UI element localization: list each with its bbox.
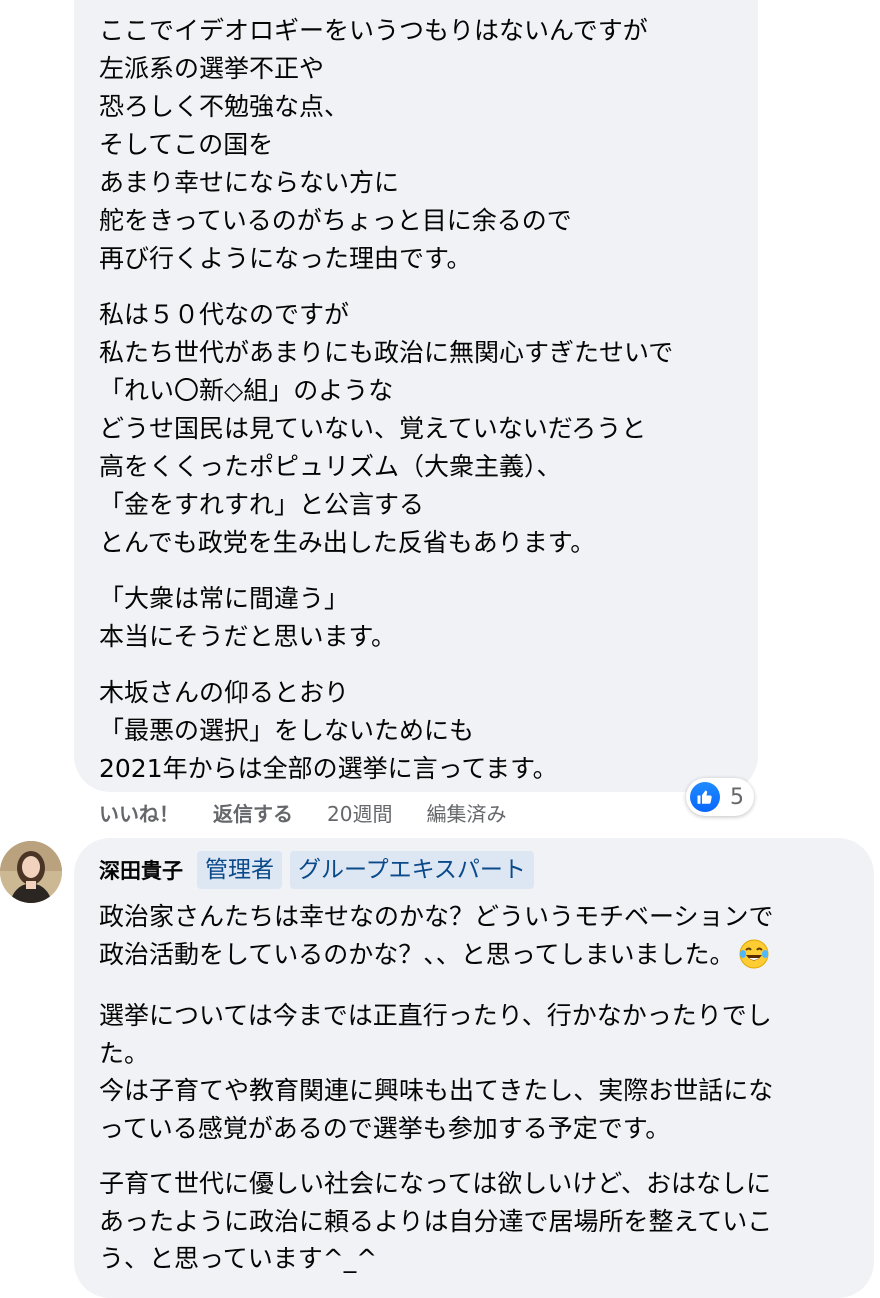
comment-text-line: 左派系の選挙不正や xyxy=(99,54,325,83)
edited-label[interactable]: 編集済み xyxy=(426,798,506,827)
comment-text-line: 木坂さんの仰るとおり xyxy=(99,678,350,707)
reply-button[interactable]: 返信する xyxy=(213,798,293,827)
comment-text-segment: 政治活動をしているのかな？、、と思ってしまいました。 xyxy=(99,939,735,969)
comment-timestamp[interactable]: 20週間 xyxy=(327,798,392,827)
comment-text-line: とんでも政党を生み出した反省もあります。 xyxy=(99,528,596,557)
comment-text-line: 再び行くようになった理由です。 xyxy=(99,244,472,273)
comment-paragraph: 「大衆は常に間違う」 本当にそうだと思います。 xyxy=(99,580,732,656)
comment-text-line: 今は子育てや教育関連に興味も出てきたし、実際お世話にな xyxy=(99,1076,774,1105)
comment-paragraph: 政治家さんたちは幸せなのかな？どういうモチベーションで 政治活動をしているのかな… xyxy=(99,898,848,979)
comment-text-line: 私は５０代なのですが xyxy=(99,300,350,329)
reaction-summary[interactable]: 5 xyxy=(686,778,754,816)
comment-text-line: 「れい〇新◇組」のような xyxy=(99,376,394,405)
comment-text-line: う、と思っています^_^ xyxy=(99,1244,378,1273)
comment-text-line: 「大衆は常に間違う」 xyxy=(99,584,350,613)
comment-text-line: っている感覚があるので選挙も参加する予定です。 xyxy=(99,1113,671,1143)
comment-text-line: あったように政治に頼るよりは自分達で居場所を整えていこ xyxy=(99,1206,773,1236)
avatar-photo-icon xyxy=(0,841,62,903)
reaction-count: 5 xyxy=(730,784,744,810)
comment-text-line: どうせ国民は見ていない、覚えていないだろうと xyxy=(99,414,647,443)
comment-actions: いいね！ 返信する 20週間 編集済み xyxy=(99,797,506,827)
like-reaction-icon xyxy=(690,782,720,812)
comment-paragraph: 子育て世代に優しい社会になっては欲しいけど、おはなしに あったように政治に頼るよ… xyxy=(99,1165,848,1278)
comment-text-line: 「金をすれすれ」と公言する xyxy=(99,490,425,519)
comment-text-line: 「最悪の選択」をしないためにも xyxy=(99,716,475,745)
comment-text-line: 政治家さんたちは幸せなのかな？どういうモチベーションで xyxy=(99,902,774,931)
comment-header: 深田貴子 管理者 グループエキスパート xyxy=(99,848,848,892)
comment-paragraph: ここでイデオロギーをいうつもりはないんですが 左派系の選挙不正や 恐ろしく不勉強… xyxy=(99,12,732,278)
comment-text-line: 私たち世代があまりにも政治に無関心すぎたせいで xyxy=(99,338,674,367)
comment-text-line: あまり幸せにならない方に xyxy=(99,168,400,197)
comment-text-line: 舵をきっているのがちょっと目に余るので xyxy=(99,206,572,235)
author-name[interactable]: 深田貴子 xyxy=(99,855,183,885)
group-expert-badge[interactable]: グループエキスパート xyxy=(290,851,534,889)
comment-text-line: 高をくくったポピュリズム（大衆主義）、 xyxy=(99,452,562,481)
comment-text-line: ここでイデオロギーをいうつもりはないんですが xyxy=(99,16,648,45)
comment-bubble: ここでイデオロギーをいうつもりはないんですが 左派系の選挙不正や 恐ろしく不勉強… xyxy=(74,0,758,792)
comment-bubble: 深田貴子 管理者 グループエキスパート 政治家さんたちは幸せなのかな？どういうモ… xyxy=(74,838,874,1298)
comment-text-line: 恐ろしく不勉強な点、 xyxy=(99,92,350,121)
comment-text-line: 2021年からは全部の選挙に言ってます。 xyxy=(99,754,558,783)
comment-text-line: た。 xyxy=(99,1038,150,1068)
comment-text-line: 選挙については今までは正直行ったり、行かなかったりでし xyxy=(99,1001,772,1030)
like-button[interactable]: いいね！ xyxy=(99,798,179,827)
comment-text-line: そしてこの国を xyxy=(99,130,274,159)
comment-text-line: 子育て世代に優しい社会になっては欲しいけど、おはなしに xyxy=(99,1169,772,1198)
comment-text-line: 本当にそうだと思います。 xyxy=(99,622,397,651)
avatar[interactable] xyxy=(0,841,62,903)
comment-paragraph: 木坂さんの仰るとおり 「最悪の選択」をしないためにも 2021年からは全部の選挙… xyxy=(99,674,732,788)
comment-paragraph: 選挙については今までは正直行ったり、行かなかったりでし た。 今は子育てや教育関… xyxy=(99,997,848,1147)
comment-text-line: 政治活動をしているのかな？、、と思ってしまいました。 xyxy=(99,936,848,980)
laughing-tears-emoji-icon xyxy=(739,939,769,980)
comment-paragraph: 私は５０代なのですが 私たち世代があまりにも政治に無関心すぎたせいで 「れい〇新… xyxy=(99,296,732,562)
admin-badge[interactable]: 管理者 xyxy=(197,851,282,889)
